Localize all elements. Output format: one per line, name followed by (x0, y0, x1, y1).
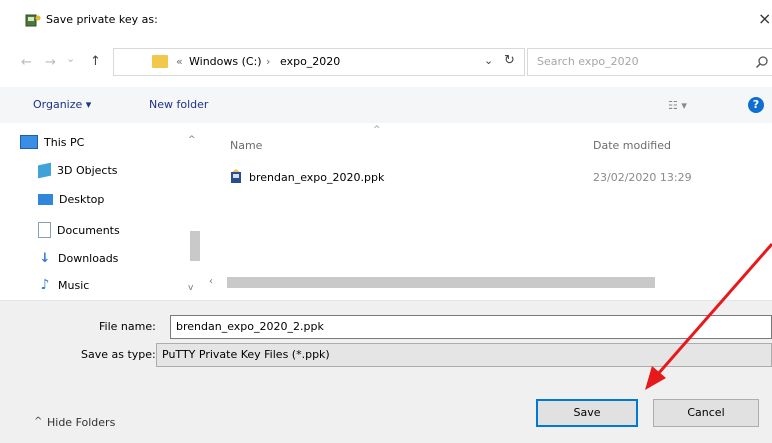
annotation-arrow (645, 243, 772, 390)
annotation-arrow-shaft (656, 243, 772, 375)
